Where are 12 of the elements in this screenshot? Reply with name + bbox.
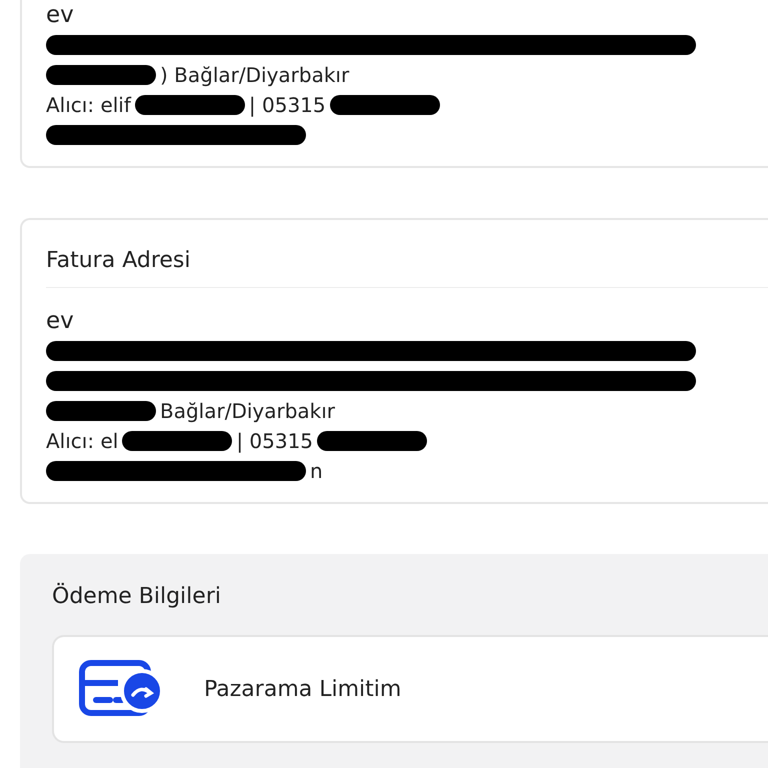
address-text: Alıcı: elif: [46, 93, 131, 117]
address-name: ev: [46, 1, 75, 30]
address-text: Bağlar/Diyarbakır: [160, 399, 336, 423]
address-text: | 05315: [248, 93, 326, 117]
payment-option[interactable]: Pazarama Limitim: [52, 635, 768, 743]
address-text: | 05315: [236, 429, 314, 453]
address-text: ) Bağlar/Diyarbakır: [160, 63, 350, 87]
address-text: Alıcı: el: [46, 429, 118, 453]
section-title: Ödeme Bilgileri: [52, 584, 222, 609]
section-title: Fatura Adresi: [46, 247, 192, 275]
address-text: n: [310, 459, 323, 483]
address-name: ev: [46, 307, 75, 336]
